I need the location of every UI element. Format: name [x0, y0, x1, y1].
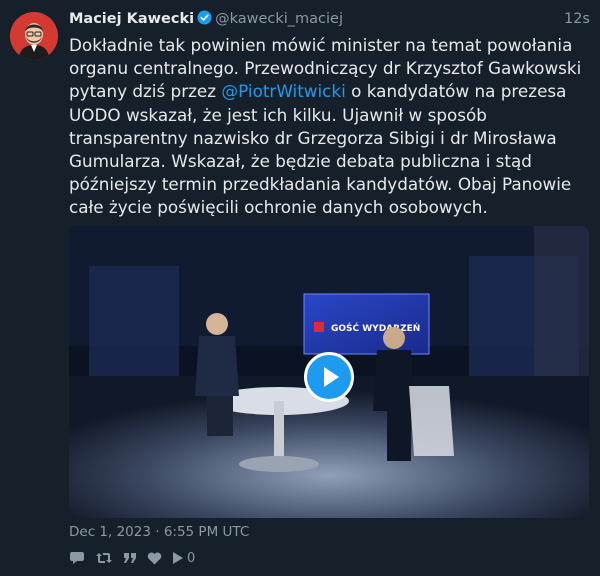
- reply-button[interactable]: [69, 551, 85, 565]
- mention-link[interactable]: @PiotrWitwicki: [221, 81, 345, 101]
- like-button[interactable]: [147, 552, 162, 565]
- video-overlay-label: GOŚĆ WYDARZEŃ: [331, 322, 420, 334]
- retweet-icon: [96, 553, 112, 563]
- author-handle[interactable]: @kawecki_maciej: [215, 11, 343, 27]
- views-play-icon: [173, 552, 183, 564]
- relative-time[interactable]: 12s: [564, 9, 590, 29]
- tweet-date[interactable]: Dec 1, 2023 · 6:55 PM UTC: [69, 522, 249, 542]
- quote-icon: [124, 553, 136, 563]
- tweet-card[interactable]: Maciej Kawecki @kawecki_maciej 12s Dokład…: [0, 0, 600, 576]
- reply-icon: [70, 552, 84, 564]
- views-button[interactable]: 0: [172, 551, 195, 566]
- retweet-button[interactable]: [95, 551, 113, 565]
- tweet-text: Dokładnie tak powinien mówić minister na…: [69, 34, 589, 220]
- tweet-text-part: o kandydatów na prezesa UODO wskazał, że…: [69, 81, 572, 218]
- verified-badge-icon: [197, 10, 212, 25]
- avatar-illustration: [10, 12, 58, 60]
- author-name[interactable]: Maciej Kawecki: [69, 11, 194, 27]
- like-icon: [147, 552, 162, 564]
- quote-button[interactable]: [123, 552, 137, 564]
- views-count: 0: [187, 550, 196, 566]
- avatar[interactable]: [10, 12, 58, 60]
- tweet-actions: 0: [69, 548, 205, 568]
- video-play-icon[interactable]: [304, 352, 354, 402]
- tweet-header: Maciej Kawecki @kawecki_maciej 12s: [69, 9, 590, 29]
